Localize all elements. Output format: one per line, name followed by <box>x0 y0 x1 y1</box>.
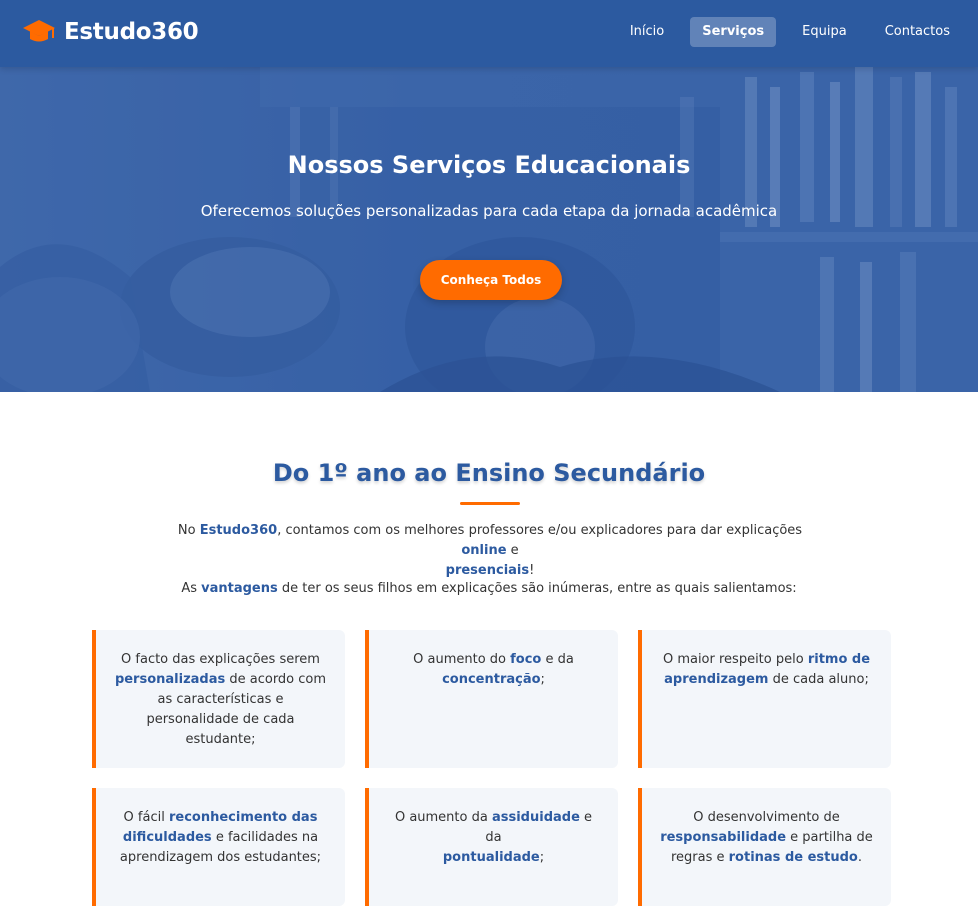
intro2-text: As <box>181 581 202 596</box>
brand-name: Estudo360 <box>64 19 199 45</box>
advantage-card: O maior respeito pelo ritmo de aprendiza… <box>638 630 891 768</box>
conheca-todos-button[interactable]: Conheça Todos <box>420 260 562 300</box>
nav-link-equipa[interactable]: Equipa <box>790 17 859 47</box>
hero-title: Nossos Serviços Educacionais <box>287 151 691 179</box>
card-text: O aumento do <box>413 652 511 667</box>
advantage-card: O fácil reconhecimento das dificuldades … <box>92 788 345 906</box>
advantage-card: O aumento do foco e da concentração; <box>365 630 618 768</box>
brand-logo[interactable]: Estudo360 <box>22 12 199 52</box>
card-text: ; <box>540 672 545 687</box>
card-highlight: assiduidade <box>491 810 580 825</box>
intro-text: No <box>177 523 200 538</box>
card-text: ; <box>539 850 545 865</box>
card-highlight: responsabilidade <box>660 830 787 845</box>
advantage-card: O desenvolvimento de responsabilidade e … <box>638 788 891 906</box>
title-underline <box>460 502 520 505</box>
advantage-card: O aumento da assiduidade e da pontualida… <box>365 788 618 906</box>
intro-paragraph: No Estudo360, contamos com os melhores p… <box>170 521 810 581</box>
card-text: . <box>857 850 862 865</box>
section-title: Do 1º ano ao Ensino Secundário <box>272 459 706 487</box>
card-text: de cada aluno; <box>768 672 869 687</box>
hero-background-image <box>0 67 978 392</box>
intro-text: e <box>506 543 519 558</box>
hero-subtitle: Oferecemos soluções personalizadas para … <box>200 202 778 220</box>
card-highlight: pontualidade <box>442 850 540 865</box>
nav-link-servicos[interactable]: Serviços <box>690 17 777 47</box>
intro2-highlight-vantagens: vantagens <box>201 581 278 596</box>
advantages-intro: As vantagens de ter os seus filhos em ex… <box>0 579 978 599</box>
intro2-text: de ter os seus filhos em explicações são… <box>277 581 797 596</box>
advantage-card: O facto das explicações serem personaliz… <box>92 630 345 768</box>
main-nav: Início Serviços Equipa Contactos <box>618 17 962 47</box>
card-highlight: foco <box>510 652 542 667</box>
nav-link-inicio[interactable]: Início <box>618 17 676 47</box>
intro-highlight-online: online <box>461 543 507 558</box>
card-highlight: concentração <box>442 672 541 687</box>
intro-highlight-presenciais: presenciais <box>445 563 530 578</box>
intro-text: ! <box>529 563 535 578</box>
top-navbar: Estudo360 Início Serviços Equipa Contact… <box>0 0 978 67</box>
card-text: O facto das explicações serem <box>121 652 320 667</box>
card-text: O fácil <box>123 810 169 825</box>
hero-banner: Nossos Serviços Educacionais Oferecemos … <box>0 67 978 392</box>
card-highlight: rotinas de estudo <box>728 850 858 865</box>
intro-highlight-brand: Estudo360 <box>199 523 278 538</box>
card-text: e da <box>541 652 574 667</box>
graduation-cap-icon <box>23 20 55 42</box>
card-highlight: personalizadas <box>114 672 226 687</box>
card-text: O desenvolvimento de <box>693 810 840 825</box>
card-text: O aumento da <box>394 810 492 825</box>
nav-link-contactos[interactable]: Contactos <box>873 17 962 47</box>
card-text: O maior respeito pelo <box>662 652 808 667</box>
intro-text: , contamos com os melhores professores e… <box>277 523 803 538</box>
